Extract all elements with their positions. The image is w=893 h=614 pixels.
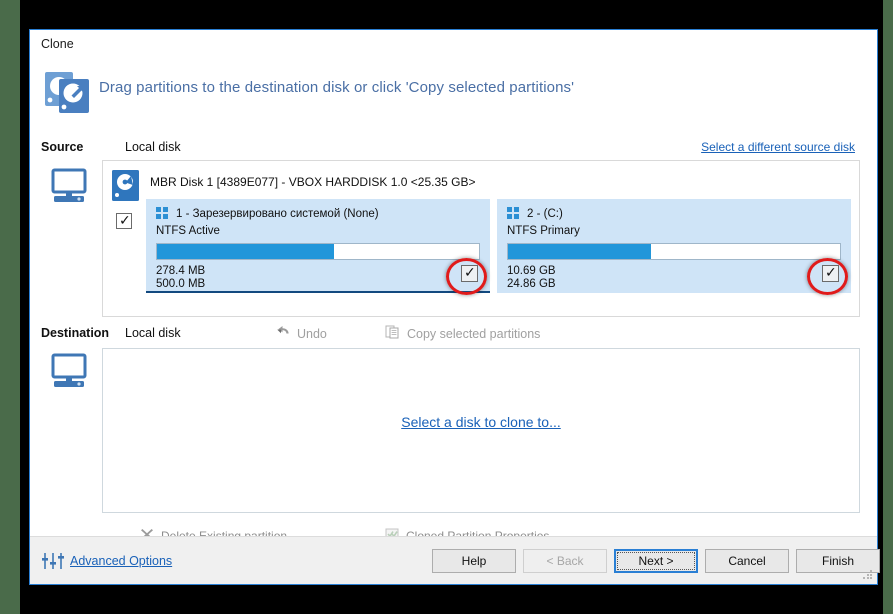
partition-2-name: 2 - (C:): [527, 208, 563, 220]
next-button-label: Next >: [617, 552, 695, 570]
destination-label: Destination: [41, 326, 109, 340]
copy-selected-partitions-label: Copy selected partitions: [407, 327, 540, 341]
cancel-button[interactable]: Cancel: [705, 549, 789, 573]
windows-logo-icon: [156, 207, 169, 220]
computer-monitor-icon-destination: [50, 353, 94, 391]
partition-2-sizes: 10.69 GB 24.86 GB: [507, 265, 556, 290]
banner-text: Drag partitions to the destination disk …: [99, 79, 574, 96]
back-button[interactable]: < Back: [523, 549, 607, 573]
partition-1-name: 1 - Зарезервировано системой (None): [176, 208, 379, 220]
partition-1-filesystem: NTFS Active: [156, 225, 220, 237]
title-bar: Clone: [30, 30, 877, 58]
banner: Drag partitions to the destination disk …: [30, 58, 877, 118]
checkmark-icon: ✓: [825, 264, 837, 281]
copy-selected-partitions-button[interactable]: Copy selected partitions: [385, 325, 540, 342]
clone-dialog-window: Clone Drag partitions to the destination…: [29, 29, 878, 585]
partition-2-filesystem: NTFS Primary: [507, 225, 580, 237]
partition-1-usage-bar: [156, 243, 480, 260]
advanced-options-link[interactable]: Advanced Options: [70, 554, 172, 568]
resize-grip[interactable]: [863, 570, 873, 580]
partition-block-2[interactable]: 2 - (C:) NTFS Primary 10.69 GB 24.86 GB …: [497, 199, 851, 293]
partition-1-checkbox[interactable]: ✓: [461, 265, 478, 282]
select-different-source-disk-link[interactable]: Select a different source disk: [701, 140, 855, 154]
partition-block-1[interactable]: 1 - Зарезервировано системой (None) NTFS…: [146, 199, 490, 293]
partition-1-header: 1 - Зарезервировано системой (None): [156, 207, 379, 220]
partition-2-usage-bar: [507, 243, 841, 260]
destination-disk-type: Local disk: [125, 326, 181, 340]
undo-label: Undo: [297, 327, 327, 341]
destination-disk-panel[interactable]: Select a disk to clone to...: [102, 348, 860, 513]
desktop-background-right: [883, 0, 893, 614]
source-disk-title: MBR Disk 1 [4389E077] - VBOX HARDDISK 1.…: [150, 175, 475, 189]
desktop-background-left: [0, 0, 20, 614]
partition-1-usage-fill: [157, 244, 334, 259]
windows-logo-icon: [507, 207, 520, 220]
partition-1-sizes: 278.4 MB 500.0 MB: [156, 265, 205, 290]
source-label: Source: [41, 140, 83, 154]
checkmark-icon: ✓: [119, 212, 131, 228]
source-disk-checkbox[interactable]: ✓: [116, 213, 132, 229]
next-button[interactable]: Next >: [614, 549, 698, 573]
partition-1-total: 500.0 MB: [156, 278, 205, 291]
select-disk-to-clone-to-link[interactable]: Select a disk to clone to...: [103, 414, 859, 430]
partition-2-usage-fill: [508, 244, 651, 259]
sliders-icon: [42, 552, 64, 570]
window-title: Clone: [41, 37, 74, 51]
source-disk-panel: MBR Disk 1 [4389E077] - VBOX HARDDISK 1.…: [102, 160, 860, 317]
partition-1-used: 278.4 MB: [156, 265, 205, 278]
clone-disk-icon: [44, 70, 92, 114]
hard-disk-icon: [112, 170, 139, 201]
help-button[interactable]: Help: [432, 549, 516, 573]
undo-arrow-icon: [275, 325, 291, 342]
source-disk-type: Local disk: [125, 140, 181, 154]
checkmark-icon: ✓: [464, 264, 476, 281]
computer-monitor-icon-source: [50, 168, 94, 206]
copy-pages-icon: [385, 325, 401, 342]
footer-bar: Advanced Options Help < Back Next > Canc…: [30, 536, 877, 584]
partition-2-total: 24.86 GB: [507, 278, 556, 291]
partition-2-header: 2 - (C:): [507, 207, 563, 220]
undo-button[interactable]: Undo: [275, 325, 327, 342]
partition-2-used: 10.69 GB: [507, 265, 556, 278]
source-partitions-area: 1 - Зарезервировано системой (None) NTFS…: [146, 199, 851, 309]
partition-2-checkbox[interactable]: ✓: [822, 265, 839, 282]
